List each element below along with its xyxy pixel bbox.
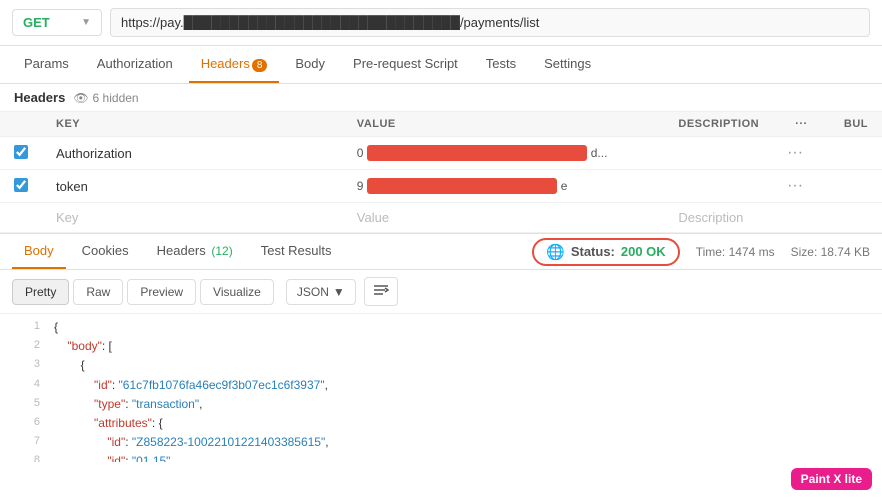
tab-settings[interactable]: Settings: [532, 46, 603, 83]
method-selector[interactable]: GET ▼: [12, 9, 102, 36]
hidden-badge: 👁 6 hidden: [73, 91, 138, 105]
status-box: 🌐 Status: 200 OK: [532, 238, 680, 266]
status-code: 200 OK: [621, 244, 666, 259]
url-bar: GET ▼: [0, 0, 882, 46]
col-bulk-header: Bul: [830, 112, 882, 137]
json-line: 3 {: [0, 356, 882, 375]
bulk-cell-token: [830, 170, 882, 203]
placeholder-checkbox-cell: [0, 203, 42, 233]
value-cell-authorization: 0 d...: [343, 137, 665, 170]
row-checkbox-cell-token[interactable]: [0, 170, 42, 203]
placeholder-key-cell[interactable]: Key: [42, 203, 343, 233]
response-status-area: 🌐 Status: 200 OK Time: 1474 ms Size: 18.…: [532, 238, 870, 266]
table-row: token 9 e ···: [0, 170, 882, 203]
json-line: 7 "id": "Z858223-10022101221403385615",: [0, 433, 882, 452]
placeholder-bulk-cell: [830, 203, 882, 233]
json-line: 8 "id": "01 15": [0, 452, 882, 462]
view-visualize-button[interactable]: Visualize: [200, 279, 274, 305]
response-toolbar: Pretty Raw Preview Visualize JSON ▼: [0, 270, 882, 314]
col-value-header: VALUE: [343, 112, 665, 137]
headers-count-badge: (12): [211, 244, 232, 258]
col-key-header: KEY: [42, 112, 343, 137]
tab-response-headers[interactable]: Headers (12): [145, 234, 245, 269]
placeholder-more-cell: [773, 203, 830, 233]
view-pretty-button[interactable]: Pretty: [12, 279, 69, 305]
format-label: JSON: [297, 285, 329, 299]
desc-cell-token: [664, 170, 773, 203]
redacted-value-bar: [367, 145, 587, 161]
tab-params[interactable]: Params: [12, 46, 81, 83]
view-preview-button[interactable]: Preview: [127, 279, 196, 305]
tab-test-results[interactable]: Test Results: [249, 234, 344, 269]
response-size: Size: 18.74 KB: [791, 245, 870, 259]
format-chevron-icon: ▼: [333, 285, 345, 299]
json-line: 2 "body": [: [0, 337, 882, 356]
col-desc-header: DESCRIPTION: [664, 112, 773, 137]
tab-response-body[interactable]: Body: [12, 234, 66, 269]
more-cell-token[interactable]: ···: [773, 170, 830, 203]
json-line: 4 "id": "61c7fb1076fa46ec9f3b07ec1c6f393…: [0, 376, 882, 395]
json-line: 5 "type": "transaction",: [0, 395, 882, 414]
placeholder-value-cell[interactable]: Value: [343, 203, 665, 233]
table-row-placeholder: Key Value Description: [0, 203, 882, 233]
key-cell-token: token: [42, 170, 343, 203]
row-checkbox-cell[interactable]: [0, 137, 42, 170]
tab-authorization[interactable]: Authorization: [85, 46, 185, 83]
status-globe-icon: 🌐: [546, 243, 565, 261]
row-checkbox-authorization[interactable]: [14, 145, 28, 159]
headers-title-row: Headers 👁 6 hidden: [0, 84, 882, 112]
headers-panel: Headers 👁 6 hidden KEY VALUE DESCRIPTION…: [0, 84, 882, 234]
request-tabs: Params Authorization Headers8 Body Pre-r…: [0, 46, 882, 84]
more-icon-token[interactable]: ···: [787, 177, 803, 194]
tab-headers[interactable]: Headers8: [189, 46, 280, 83]
tab-tests[interactable]: Tests: [474, 46, 528, 83]
format-selector[interactable]: JSON ▼: [286, 279, 356, 305]
table-row: Authorization 0 d... ···: [0, 137, 882, 170]
wrap-icon-svg: [373, 283, 389, 297]
wrap-lines-button[interactable]: [364, 277, 398, 306]
more-cell-authorization[interactable]: ···: [773, 137, 830, 170]
method-label: GET: [23, 15, 50, 30]
placeholder-desc-cell[interactable]: Description: [664, 203, 773, 233]
headers-title: Headers: [14, 90, 65, 105]
json-body[interactable]: 1 { 2 "body": [ 3 { 4 "id": "61c7fb1076f…: [0, 314, 882, 462]
tab-body[interactable]: Body: [283, 46, 337, 83]
headers-table: KEY VALUE DESCRIPTION ··· Bul Authorizat…: [0, 112, 882, 233]
redacted-value-bar-token: [367, 178, 557, 194]
response-time: Time: 1474 ms: [696, 245, 775, 259]
bulk-cell-authorization: [830, 137, 882, 170]
value-cell-token: 9 e: [343, 170, 665, 203]
response-tabs-row: Body Cookies Headers (12) Test Results 🌐…: [0, 234, 882, 270]
status-label: Status:: [571, 244, 615, 259]
view-raw-button[interactable]: Raw: [73, 279, 123, 305]
eye-icon: 👁: [73, 91, 88, 105]
more-icon[interactable]: ···: [787, 144, 803, 161]
tab-prerequest[interactable]: Pre-request Script: [341, 46, 470, 83]
col-checkbox: [0, 112, 42, 137]
json-line: 1 {: [0, 318, 882, 337]
col-more-header: ···: [773, 112, 830, 137]
url-input[interactable]: [110, 8, 870, 37]
method-chevron-icon: ▼: [81, 17, 91, 28]
row-checkbox-token[interactable]: [14, 178, 28, 192]
key-cell-authorization: Authorization: [42, 137, 343, 170]
paint-x-lite-badge: Paint X lite: [791, 468, 872, 490]
desc-cell-authorization: [664, 137, 773, 170]
tab-cookies[interactable]: Cookies: [70, 234, 141, 269]
json-line: 6 "attributes": {: [0, 414, 882, 433]
